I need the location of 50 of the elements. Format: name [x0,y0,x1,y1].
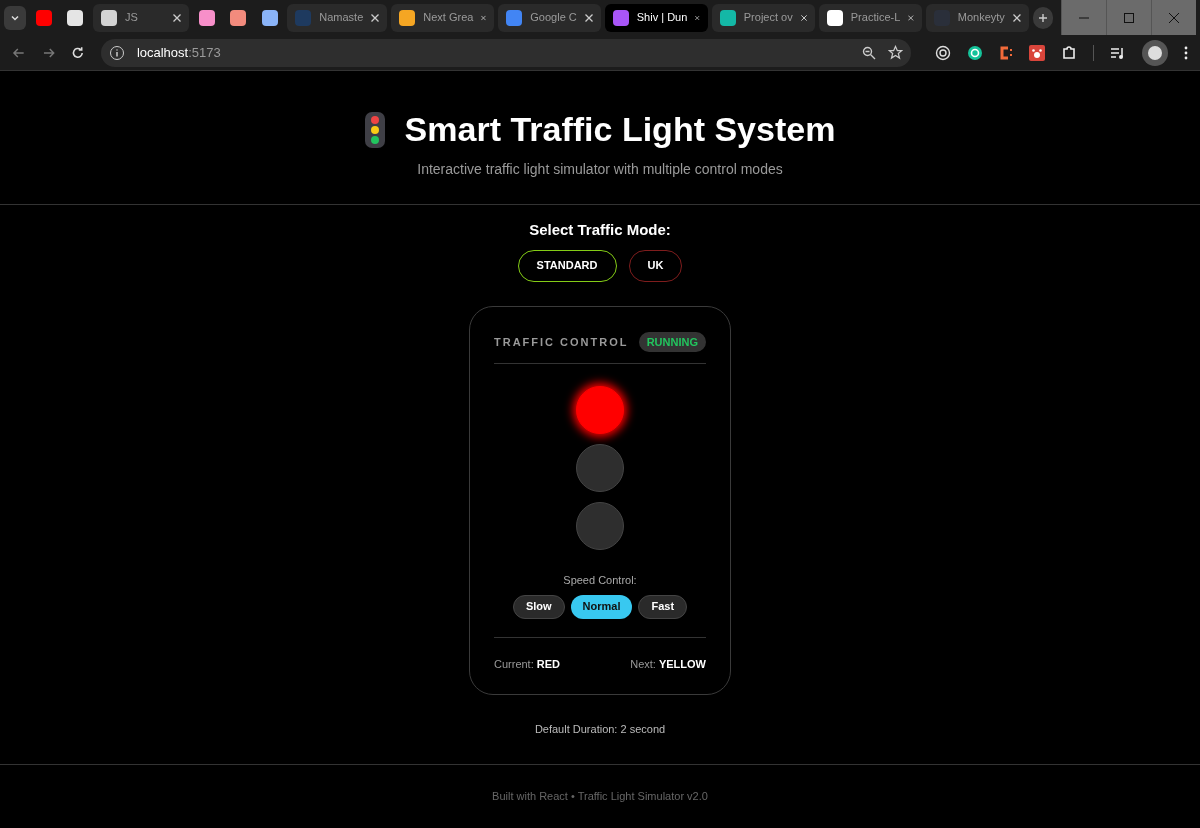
browser-tab[interactable]: Project ov [711,3,815,32]
browser-tab[interactable]: JS [93,3,189,32]
grammar-extension-icon[interactable] [967,44,983,61]
browser-tab[interactable]: Shiv | Dun [604,3,708,32]
close-icon[interactable] [1012,13,1021,22]
close-icon[interactable] [800,13,807,22]
browser-tab[interactable]: Monkeyty [925,3,1029,32]
star-icon[interactable] [888,45,903,60]
mode-button[interactable]: UK [628,249,683,282]
speed-button[interactable]: Fast [638,594,688,619]
next-light-text: Next: YELLOW [630,656,706,672]
footer-text: Built with React • Traffic Light Simulator v2.0 [492,789,708,805]
browser-tab[interactable]: Namaste [287,3,388,32]
info-icon [108,44,125,61]
close-icon [1168,12,1179,23]
browser-tab[interactable]: Google C [498,3,601,32]
target-icon[interactable] [935,44,951,61]
more-icon[interactable] [1184,45,1188,60]
profile-avatar[interactable] [1142,39,1168,66]
tab-search-button[interactable] [4,5,26,30]
duration-text: Default Duration: 2 second [534,722,666,737]
close-icon[interactable] [695,13,700,22]
plus-icon [1037,12,1048,23]
address-bar[interactable]: localhost:5173 [100,38,911,67]
reload-icon[interactable] [71,45,85,60]
current-light-text: Current: RED [494,656,561,672]
speed-button[interactable]: Normal [570,594,633,619]
speed-button[interactable]: Slow [512,594,565,619]
mode-button[interactable]: STANDARD [517,249,617,282]
zoom-icon[interactable] [862,45,876,60]
card-title: TRAFFIC CONTROL [494,334,629,350]
browser-tab[interactable]: Next Grea [391,3,495,32]
maximize-icon [1123,12,1134,23]
close-icon[interactable] [172,13,181,22]
puzzle-icon[interactable] [1061,44,1077,61]
speed-label: Speed Control: [562,573,638,588]
close-icon[interactable] [481,13,487,22]
page-subtitle: Interactive traffic light simulator with multiple control modes [417,160,783,179]
close-icon[interactable] [584,13,593,22]
url-text: localhost:5173 [136,43,222,62]
status-badge: RUNNING [638,331,706,352]
browser-tab[interactable]: Practice-L [818,3,922,32]
extension-icon[interactable] [999,44,1013,61]
close-icon[interactable] [908,13,914,22]
new-tab-button[interactable] [1032,6,1053,29]
mode-label: Select Traffic Mode: [529,220,671,240]
traffic-light-icon [364,111,385,148]
page-title: Smart Traffic Light System [404,109,836,150]
close-icon[interactable] [371,13,380,22]
paw-extension-icon[interactable] [1029,44,1045,61]
